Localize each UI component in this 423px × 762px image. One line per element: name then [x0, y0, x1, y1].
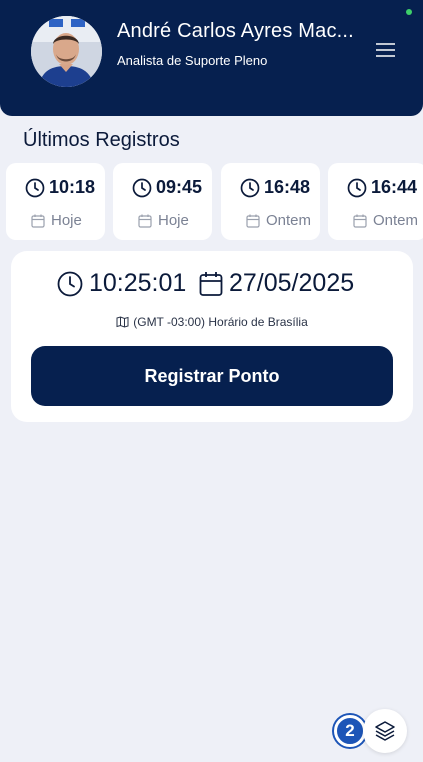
menu-button[interactable] [374, 41, 398, 61]
clock-card: 10:25:01 27/05/2025 (GMT -03:00) Horário… [11, 251, 413, 422]
clock-icon [240, 178, 260, 197]
layers-button[interactable] [363, 709, 407, 753]
calendar-icon [199, 271, 223, 296]
register-button[interactable]: Registrar Ponto [31, 346, 393, 406]
records-title: Últimos Registros [23, 129, 180, 151]
calendar-icon [138, 214, 152, 228]
current-date: 27/05/2025 [229, 269, 355, 297]
current-time: 10:25:01 [89, 269, 187, 297]
app-header: André Carlos Ayres Mac... Analista de Su… [0, 0, 423, 116]
recent-records-list[interactable]: 10:18 Hoje 09:45 Hoje 16:48 Ontem 16:44 [6, 163, 423, 241]
map-icon [116, 316, 129, 328]
user-name: André Carlos Ayres Mac... [117, 20, 354, 42]
calendar-icon [246, 214, 260, 228]
record-card[interactable]: 16:44 Ontem [328, 163, 423, 240]
calendar-icon [353, 214, 367, 228]
record-card[interactable]: 10:18 Hoje [6, 163, 105, 240]
record-time: 16:44 [371, 177, 418, 197]
notification-badge[interactable]: 2 [334, 715, 366, 747]
record-day: Ontem [373, 212, 419, 229]
calendar-icon [31, 214, 45, 228]
layers-icon [375, 721, 395, 741]
online-status-dot [406, 9, 412, 15]
record-time: 16:48 [264, 177, 311, 197]
record-time: 09:45 [156, 177, 203, 197]
clock-icon [57, 271, 83, 296]
clock-icon [347, 178, 367, 197]
user-role: Analista de Suporte Pleno [117, 53, 268, 68]
record-card[interactable]: 16:48 Ontem [221, 163, 320, 240]
avatar[interactable] [31, 16, 102, 87]
record-day: Ontem [266, 212, 312, 229]
record-day: Hoje [51, 212, 82, 229]
timezone-label: (GMT -03:00) Horário de Brasília [133, 315, 308, 329]
record-time: 10:18 [49, 177, 96, 197]
menu-icon [376, 43, 395, 57]
clock-icon [132, 178, 152, 197]
record-card[interactable]: 09:45 Hoje [113, 163, 212, 240]
clock-icon [25, 178, 45, 197]
record-day: Hoje [158, 212, 189, 229]
